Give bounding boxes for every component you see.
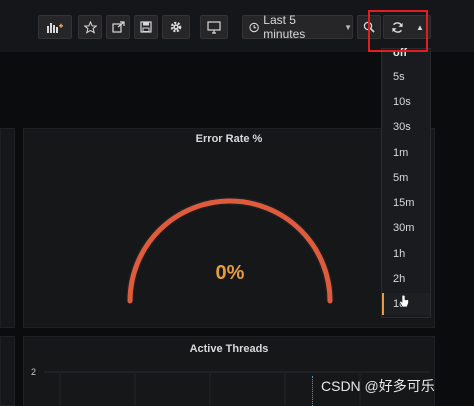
- graph-time-marker: [312, 376, 313, 406]
- dashboard-page: Last 5 minutes ▼ ▲ Error Rate % 0% Activ…: [0, 0, 474, 406]
- refresh-option-off[interactable]: off: [382, 42, 430, 64]
- refresh-option[interactable]: 5s: [382, 66, 430, 88]
- refresh-option[interactable]: 2h: [382, 268, 430, 290]
- refresh-option[interactable]: 30s: [382, 116, 430, 138]
- refresh-option[interactable]: 15m: [382, 192, 430, 214]
- refresh-interval-menu: off 5s 10s 30s 1m 5m 15m 30m 1h 2h 1d: [381, 47, 431, 318]
- refresh-option[interactable]: 1m: [382, 142, 430, 164]
- refresh-option[interactable]: 5m: [382, 167, 430, 189]
- refresh-option[interactable]: 30m: [382, 217, 430, 239]
- hand-cursor-icon: [399, 294, 409, 308]
- refresh-option[interactable]: 10s: [382, 91, 430, 113]
- watermark: CSDN @好多可乐: [321, 378, 435, 394]
- refresh-option[interactable]: 1h: [382, 243, 430, 265]
